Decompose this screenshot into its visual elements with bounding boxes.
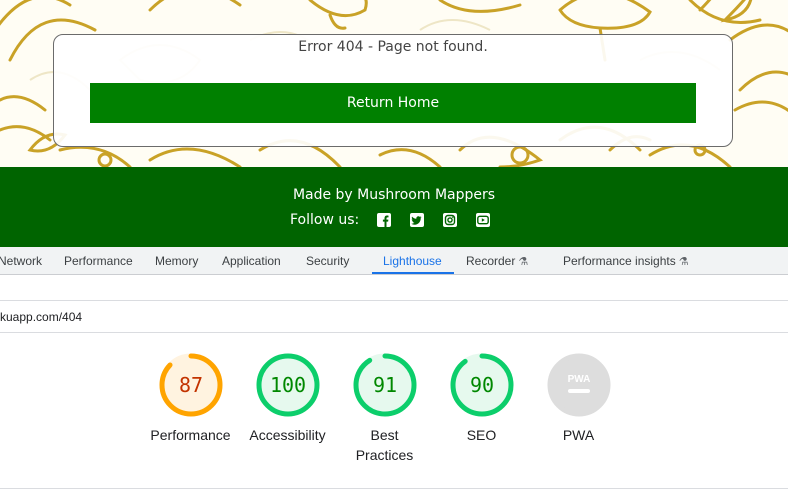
score-ring: 100: [256, 353, 319, 417]
site-footer: Made by Mushroom Mappers Follow us:: [0, 167, 788, 247]
score-value: 87: [178, 373, 202, 397]
panel-divider: [0, 488, 788, 489]
active-tab-indicator: [372, 272, 454, 274]
score-ring: 91: [353, 353, 416, 417]
footer-credit: Made by Mushroom Mappers: [292, 187, 496, 203]
gauge-best-practices[interactable]: 91 Best Practices: [336, 352, 433, 465]
gauge-pwa[interactable]: PWA PWA: [530, 352, 627, 445]
experimental-flask-icon: ⚗: [678, 256, 689, 268]
footer-follow: Follow us:: [290, 211, 491, 229]
error-card: Error 404 - Page not found. Return Home: [53, 34, 733, 147]
score-ring: 87: [159, 353, 222, 417]
tab-performance[interactable]: Performance: [64, 247, 133, 275]
pwa-badge-text: PWA: [567, 374, 590, 385]
error-message: Error 404 - Page not found.: [298, 39, 488, 55]
devtools-tab-bar: Network Performance Memory Application S…: [0, 247, 788, 275]
instagram-icon[interactable]: [443, 213, 458, 227]
gauge-label: SEO: [466, 427, 497, 443]
gauge-seo[interactable]: 90 SEO: [433, 352, 530, 445]
lighthouse-toolbar: [0, 276, 788, 301]
return-home-button[interactable]: Return Home: [90, 83, 696, 123]
score-value: 100: [269, 373, 305, 397]
experimental-flask-icon: ⚗: [518, 256, 529, 268]
score-ring: 90: [450, 353, 513, 417]
gauge-performance[interactable]: 87 Performance: [142, 352, 239, 445]
score-value: 91: [372, 373, 396, 397]
tab-recorder[interactable]: Recorder ⚗: [466, 247, 528, 275]
devtools-panel: Network Performance Memory Application S…: [0, 247, 788, 492]
gauge-label: Accessibility: [249, 427, 326, 443]
score-ring: PWA: [547, 353, 610, 417]
report-url: kuapp.com/404: [0, 302, 788, 333]
tab-application[interactable]: Application: [222, 247, 281, 275]
youtube-icon[interactable]: [476, 213, 491, 227]
tab-security[interactable]: Security: [306, 247, 349, 275]
pwa-badge-bar: [567, 389, 590, 393]
gauge-accessibility[interactable]: 100 Accessibility: [239, 352, 336, 445]
gauge-label: Best Practices: [355, 427, 414, 463]
score-value: 90: [469, 373, 493, 397]
page-hero: Error 404 - Page not found. Return Home: [0, 0, 788, 167]
social-links: [377, 213, 491, 227]
follow-us-label: Follow us:: [290, 212, 360, 228]
twitter-icon[interactable]: [410, 213, 425, 227]
tab-network[interactable]: Network: [0, 247, 42, 275]
gauge-label: PWA: [562, 427, 595, 443]
lighthouse-scores: 87 Performance 100 Accessibility 91 Best Pr…: [0, 352, 788, 472]
gauge-label: Performance: [150, 427, 231, 443]
tab-lighthouse[interactable]: Lighthouse: [383, 247, 442, 275]
tab-memory[interactable]: Memory: [155, 247, 198, 275]
score-ring-track: [547, 353, 610, 417]
tab-performance-insights[interactable]: Performance insights ⚗: [563, 247, 689, 275]
facebook-icon[interactable]: [377, 213, 392, 227]
